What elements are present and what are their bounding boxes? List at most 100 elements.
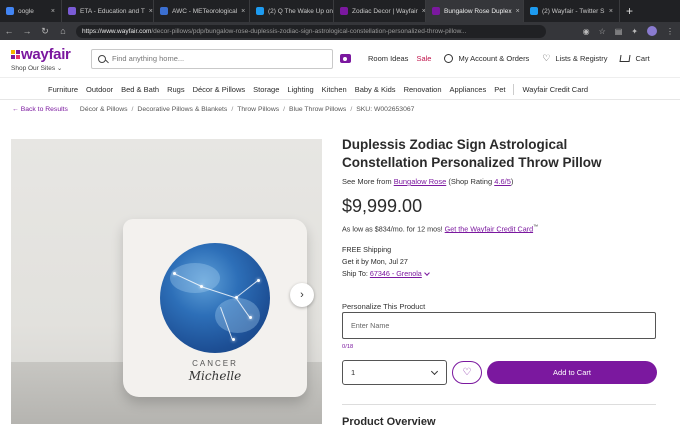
tab-favicon-icon (6, 7, 14, 15)
browser-tab[interactable]: AWC - METeorological × (154, 0, 250, 22)
delivery-date: Get it by Mon, Jul 27 (342, 257, 408, 266)
financing-text: As low as $834/mo. for 12 mos! (342, 224, 443, 234)
ship-to: Ship To: 67346 - Grenola (342, 269, 430, 278)
home-icon[interactable]: ⌂ (54, 26, 72, 36)
browser-tab[interactable]: (2) Wayfair - Twitter S × (524, 0, 620, 22)
constellation-line (200, 286, 236, 298)
reload-icon[interactable]: ↻ (36, 26, 54, 37)
tab-favicon-icon (160, 7, 168, 15)
extension-icon[interactable]: ◉ (583, 27, 590, 36)
browser-tab[interactable]: ETA - Education and T × (62, 0, 154, 22)
star (173, 272, 176, 275)
category-link[interactable]: Baby & Kids (355, 85, 396, 94)
category-link[interactable]: Appliances (450, 85, 487, 94)
star (235, 296, 238, 299)
tab-title: oogle (18, 7, 34, 15)
tab-title: AWC - METeorological (172, 7, 238, 15)
rating-prefix: (Shop Rating (448, 177, 493, 186)
chevron-right-icon: › (300, 289, 304, 301)
category-link[interactable]: Pet (494, 85, 505, 94)
info-marker: ™ (533, 224, 539, 230)
account-link[interactable]: My Account & Orders (444, 54, 529, 63)
menu-dots-icon[interactable]: ⋮ (666, 27, 674, 36)
tab-favicon-icon (432, 7, 440, 15)
search-input[interactable]: Find anything home... (91, 48, 333, 69)
bookmark-star-icon[interactable]: ☆ (599, 27, 606, 36)
add-to-favorites-button[interactable]: ♡ (452, 361, 482, 384)
close-tab-icon[interactable]: × (237, 8, 245, 15)
sku-label: SKU: W002653067 (356, 106, 415, 113)
constellation-orb (160, 243, 270, 353)
url-host: https://www.wayfair.com (82, 27, 152, 35)
puzzle-icon[interactable]: ✦ (631, 27, 638, 36)
cart-icon (619, 55, 630, 62)
reading-list-icon[interactable]: ▤ (615, 27, 623, 36)
browser-tab[interactable]: oogle × (0, 0, 62, 22)
breadcrumb-link[interactable]: Decorative Pillows & Blankets (137, 106, 227, 113)
tab-favicon-icon (530, 7, 538, 15)
category-link[interactable]: Bed & Bath (121, 85, 159, 94)
next-image-button[interactable]: › (290, 283, 314, 307)
section-divider (342, 404, 656, 405)
category-link[interactable]: Décor & Pillows (193, 85, 246, 94)
lists-registry-link[interactable]: ♡ Lists & Registry (542, 53, 607, 64)
wayfair-logo[interactable]: wayfair (11, 46, 82, 63)
category-link[interactable]: Renovation (404, 85, 442, 94)
browser-tab[interactable]: Zodiac Decor | Wayfair × (334, 0, 426, 22)
rating-link[interactable]: 4.6/5 (494, 177, 511, 186)
camera-icon (339, 54, 351, 63)
nebula (215, 298, 260, 333)
character-count: 0/18 (342, 344, 354, 350)
profile-avatar[interactable] (647, 26, 657, 36)
close-tab-icon[interactable]: × (145, 8, 153, 15)
credit-card-offer-link[interactable]: Get the Wayfair Credit Card (445, 224, 533, 233)
zip-code-link[interactable]: 67346 - Grenola (370, 269, 422, 278)
sale-link[interactable]: Sale (416, 54, 431, 63)
logo-mark-icon (11, 49, 20, 59)
close-tab-icon[interactable]: × (512, 8, 520, 15)
cart-link[interactable]: Cart (619, 54, 650, 63)
category-link[interactable]: Rugs (167, 85, 185, 94)
category-link[interactable]: Outdoor (86, 85, 113, 94)
add-to-cart-button[interactable]: Add to Cart (487, 361, 657, 384)
category-link[interactable]: Storage (253, 85, 279, 94)
category-link[interactable]: Lighting (287, 85, 313, 94)
tab-favicon-icon (340, 7, 348, 15)
address-bar[interactable]: https://www.wayfair.com/decor-pillows/pd… (76, 24, 546, 38)
category-link[interactable]: Kitchen (322, 85, 347, 94)
quantity-select[interactable]: 1 (342, 360, 447, 385)
star (200, 285, 203, 288)
pillow-sign-text: CANCER (192, 359, 238, 368)
category-link[interactable]: Furniture (48, 85, 78, 94)
quantity-value: 1 (351, 368, 356, 377)
close-tab-icon[interactable]: × (47, 8, 55, 15)
breadcrumb-link[interactable]: Décor & Pillows (80, 106, 128, 113)
browser-tab[interactable]: Bungalow Rose Duplex × (426, 0, 524, 22)
browser-tab-bar: oogle × ETA - Education and T × AWC - METeor… (0, 0, 680, 22)
chevron-down-icon (430, 367, 439, 375)
pillow-illustration: CANCER Michelle (123, 219, 307, 397)
logo-text: wayfair (21, 45, 71, 63)
tab-title: ETA - Education and T (80, 7, 145, 15)
breadcrumb-link[interactable]: Throw Pillows (237, 106, 279, 113)
visual-search-button[interactable] (336, 49, 354, 69)
chevron-down-icon[interactable] (423, 269, 430, 276)
product-title: Duplessis Zodiac Sign Astrological Const… (342, 137, 602, 170)
account-icon (444, 54, 454, 63)
name-field[interactable] (342, 312, 656, 339)
back-to-results-link[interactable]: ← Back to Results (12, 106, 68, 113)
brand-link[interactable]: Bungalow Rose (394, 177, 447, 186)
breadcrumb-separator: / (283, 106, 286, 113)
star (249, 316, 252, 319)
header-links: Room Ideas Sale My Account & Orders ♡ Lis… (368, 53, 650, 64)
back-arrow-icon[interactable]: ← (0, 26, 18, 36)
new-tab-icon[interactable]: + (620, 4, 639, 18)
breadcrumb-link[interactable]: Blue Throw Pillows (289, 106, 346, 113)
close-tab-icon[interactable]: × (418, 8, 425, 15)
shop-our-sites-dropdown[interactable]: Shop Our Sites ⌄ (11, 64, 82, 72)
forward-arrow-icon[interactable]: → (18, 26, 36, 36)
room-ideas-link[interactable]: Room Ideas (368, 54, 408, 63)
close-tab-icon[interactable]: × (605, 8, 613, 15)
credit-card-link[interactable]: Wayfair Credit Card (522, 85, 588, 94)
browser-tab[interactable]: (2) Q The Wake Up on× (250, 0, 334, 22)
